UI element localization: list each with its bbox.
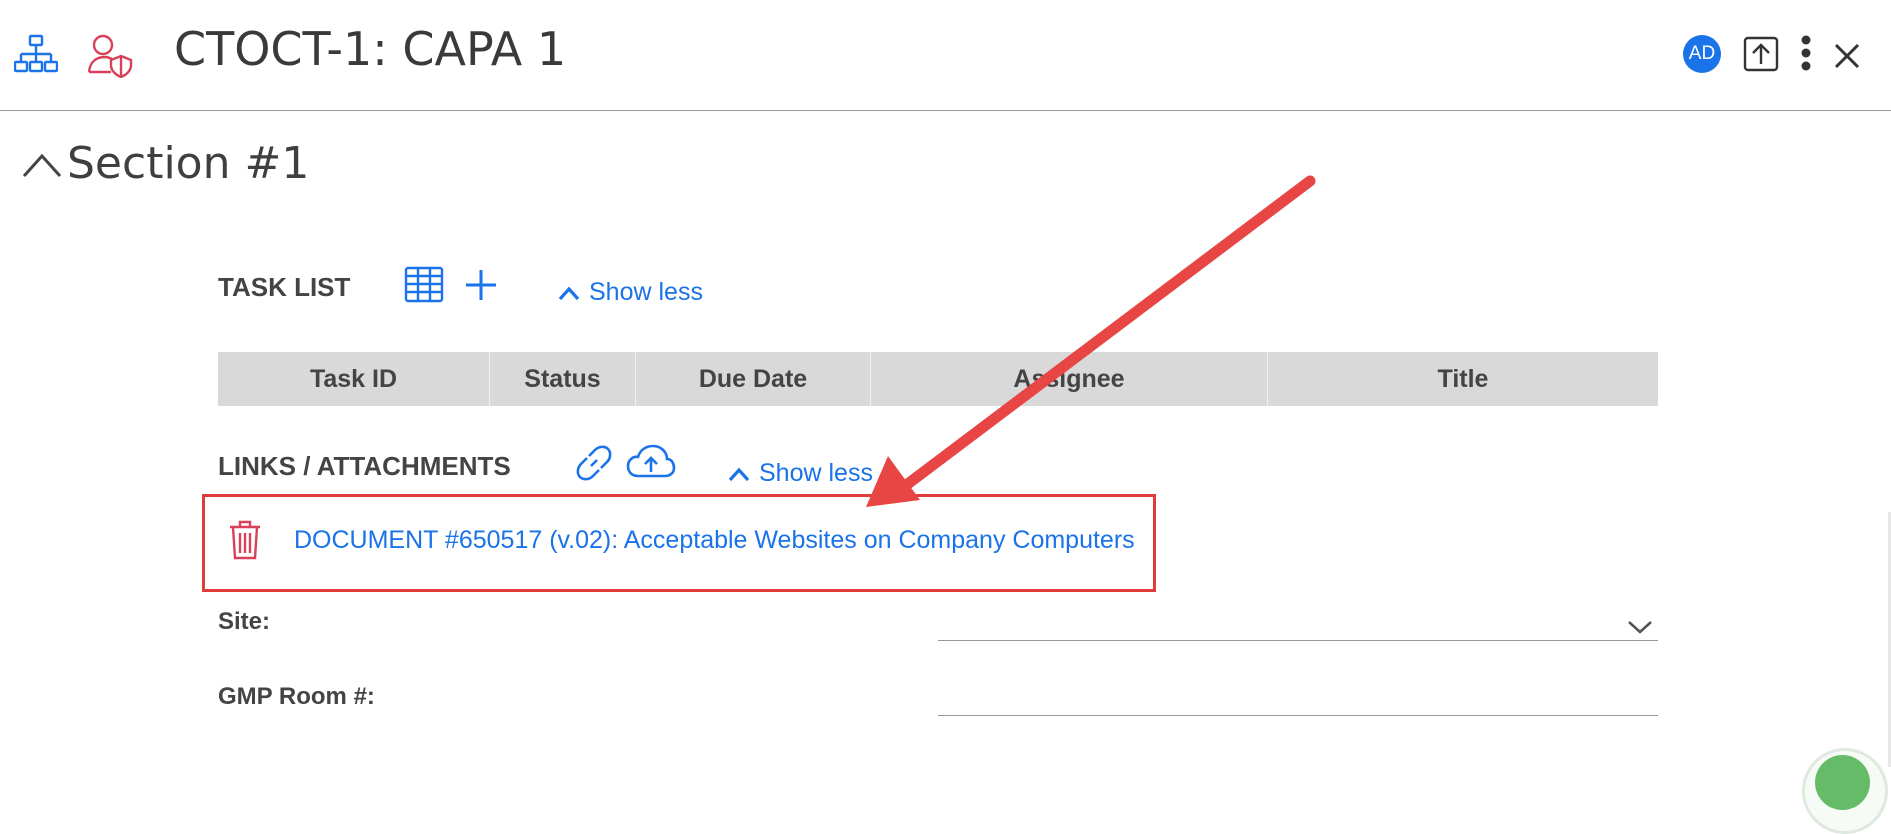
column-assignee[interactable]: Assignee	[870, 352, 1268, 406]
add-task-icon[interactable]	[464, 268, 500, 304]
trash-icon[interactable]	[228, 520, 264, 560]
gmp-room-input[interactable]	[938, 715, 1658, 716]
section-title: Section #1	[67, 138, 310, 189]
attachment-item: DOCUMENT #650517 (v.02): Acceptable Webs…	[228, 520, 1135, 560]
avatar[interactable]: AD	[1683, 35, 1721, 73]
chevron-down-icon[interactable]	[1626, 618, 1654, 636]
show-less-label: Show less	[759, 459, 873, 487]
task-list-label: TASK LIST	[218, 272, 351, 302]
site-label: Site:	[218, 608, 271, 635]
chat-widget-icon	[1815, 755, 1870, 810]
record-header: CTOCT-1: CAPA 1 AD	[0, 0, 1891, 111]
task-list-show-less-link[interactable]: Show less	[557, 278, 703, 307]
column-title[interactable]: Title	[1268, 352, 1659, 406]
column-due-date[interactable]: Due Date	[635, 352, 871, 406]
show-less-label: Show less	[589, 278, 703, 306]
chevron-up-icon	[728, 467, 750, 481]
gmp-room-label: GMP Room #:	[218, 683, 375, 710]
page-title: CTOCT-1: CAPA 1	[174, 22, 567, 76]
upload-icon[interactable]	[1742, 35, 1780, 73]
link-icon[interactable]	[573, 442, 617, 486]
chevron-up-icon	[558, 286, 580, 300]
grid-view-icon[interactable]	[404, 266, 446, 306]
links-show-less-link[interactable]: Show less	[727, 459, 873, 488]
links-attachments-label: LINKS / ATTACHMENTS	[218, 451, 511, 481]
cloud-upload-icon[interactable]	[626, 444, 678, 484]
column-status[interactable]: Status	[489, 352, 636, 406]
hierarchy-icon[interactable]	[13, 34, 62, 80]
task-table-header: Task ID Status Due Date Assignee Title	[218, 352, 1658, 406]
column-task-id[interactable]: Task ID	[218, 352, 490, 406]
more-vertical-icon[interactable]	[1796, 34, 1816, 74]
user-shield-icon[interactable]	[87, 34, 135, 80]
close-icon[interactable]	[1833, 42, 1861, 70]
attachment-document-link[interactable]: DOCUMENT #650517 (v.02): Acceptable Webs…	[294, 526, 1135, 555]
chevron-up-icon	[22, 153, 62, 178]
site-select[interactable]	[938, 640, 1658, 641]
